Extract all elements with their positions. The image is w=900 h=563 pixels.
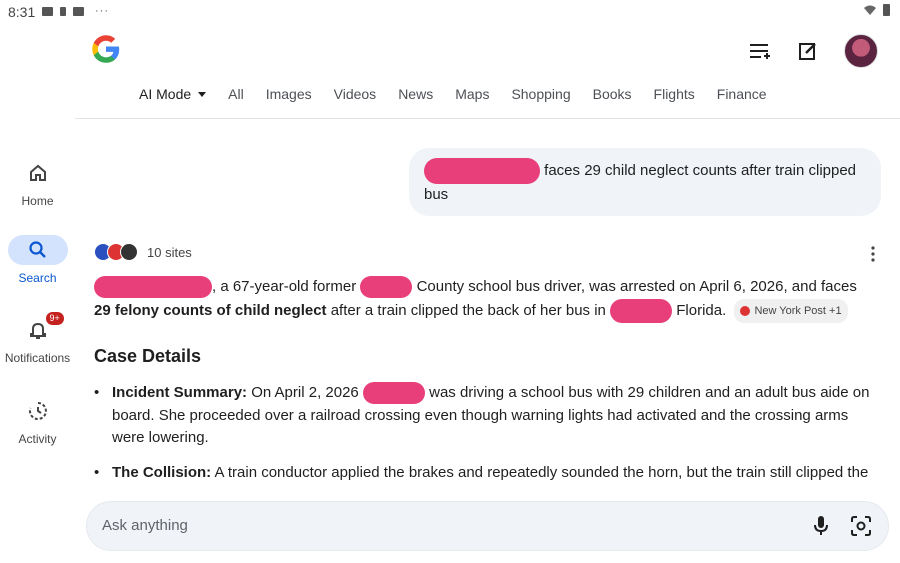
status-icons: ··· [42,5,109,17]
google-g-logo[interactable] [91,34,121,64]
sidebar-item-activity[interactable]: Activity [0,396,75,446]
tab-finance[interactable]: Finance [717,86,767,102]
answer-text: County school bus driver, was arrested o… [416,278,857,295]
answer-text: , a 67-year-old former [212,278,357,295]
bullet-label: Incident Summary: [112,384,248,401]
user-query-bubble: faces 29 child neglect counts after trai… [409,148,881,216]
activity-icon [8,396,68,426]
answer-bold-text: 29 felony counts of child neglect [94,301,327,319]
list-item: Incident Summary: On April 2, 2026 was d… [94,382,884,450]
source-chip[interactable]: New York Post +1 [734,298,848,323]
tab-shopping[interactable]: Shopping [511,86,570,102]
source-favicon-icon [120,243,138,261]
sidebar-item-label: Activity [18,432,57,446]
more-status-icon: ··· [95,5,109,17]
mic-icon[interactable] [814,515,828,537]
tab-news[interactable]: News [398,86,433,102]
redaction-mark [360,276,413,299]
answer-text: after a train clipped the back of her bu… [330,301,606,319]
sidebar-item-home[interactable]: Home [0,158,75,208]
tab-books[interactable]: Books [593,86,632,102]
lens-camera-icon[interactable] [850,515,872,537]
tab-all[interactable]: All [228,86,244,102]
tab-images[interactable]: Images [266,86,312,102]
sidebar-item-search[interactable]: Search [0,235,75,285]
sources-count: 10 sites [147,244,192,260]
more-vert-icon[interactable] [870,246,876,262]
section-heading: Case Details [94,346,202,366]
sources-row[interactable]: 10 sites [94,243,192,261]
redaction-mark [362,382,425,405]
header-actions [748,34,878,68]
ai-answer-paragraph: , a 67-year-old former County school bus… [94,276,874,323]
mail-icon [42,6,53,16]
search-tabs: AI Mode All Images Videos News Maps Shop… [139,86,789,102]
sidebar-item-notifications[interactable]: 9+ Notifications [0,312,75,365]
app-icon [73,6,84,16]
battery-icon [883,4,890,16]
tab-videos[interactable]: Videos [334,86,377,102]
search-icon [7,235,68,265]
status-time: 8:31 [8,4,36,20]
tab-flights[interactable]: Flights [654,86,695,102]
tabs-divider [75,118,900,119]
new-chat-icon[interactable] [796,39,820,63]
source-favicons [94,243,138,261]
wifi-icon [864,5,876,15]
source-logo-icon [740,305,751,316]
sidebar-item-label: Notifications [4,351,71,365]
status-right [863,4,890,16]
ask-input[interactable]: Ask anything [86,501,889,551]
bolt-icon [60,6,66,16]
tab-label: AI Mode [139,86,192,102]
case-details-list: Incident Summary: On April 2, 2026 was d… [94,382,884,496]
ask-placeholder: Ask anything [102,517,188,534]
bullet-text: A train conductor applied the brakes and… [214,463,869,481]
tab-maps[interactable]: Maps [455,86,489,102]
status-bar: 8:31 ··· [0,0,900,24]
tab-ai-mode[interactable]: AI Mode [139,86,207,102]
chevron-down-icon [198,91,207,97]
home-icon [8,158,68,188]
redaction-mark [610,298,673,323]
redaction-mark [94,276,212,299]
avatar[interactable] [844,34,878,68]
bullet-text: On April 2, 2026 [251,384,359,401]
history-list-icon[interactable] [748,39,772,63]
redaction-mark [424,158,540,184]
answer-text: Florida. [676,301,727,319]
source-chip-label: New York Post +1 [754,304,842,317]
sidebar-item-label: Home [21,194,54,208]
notification-badge: 9+ [45,312,64,325]
bell-icon: 9+ [8,312,68,345]
sidebar-item-label: Search [18,271,57,285]
bullet-label: The Collision: [112,463,212,481]
query-text: faces 29 child neglect counts after trai… [544,161,857,179]
query-text-cont: bus [424,186,449,203]
